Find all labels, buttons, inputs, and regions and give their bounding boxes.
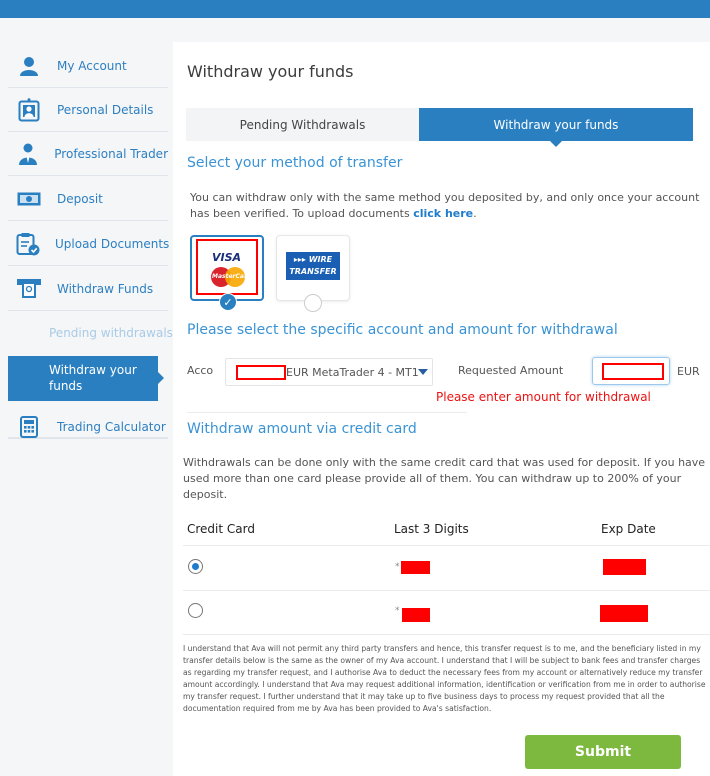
column-header-credit-card: Credit Card [187, 522, 255, 536]
tab-bar: Pending Withdrawals Withdraw your funds [186, 108, 693, 147]
requested-amount-input[interactable] [592, 357, 670, 385]
sidebar-item-label: Professional Trader [54, 146, 168, 161]
method-heading: Select your method of transfer [187, 155, 403, 171]
sidebar: My Account Personal Details Professional… [0, 42, 173, 776]
sidebar-item-label: Withdraw Funds [57, 281, 154, 296]
sidebar-item-professional-trader[interactable]: Professional Trader [8, 132, 168, 176]
businessman-icon [16, 141, 39, 167]
sidebar-item-trading-calculator[interactable]: Trading Calculator [8, 414, 168, 440]
method-text-suffix: . [473, 207, 477, 220]
clipboard-check-icon [16, 231, 40, 257]
column-header-last-3-digits: Last 3 Digits [394, 522, 469, 536]
id-badge-icon [16, 97, 42, 123]
method-description: You can withdraw only with the same meth… [190, 190, 705, 222]
atm-withdraw-icon [16, 276, 42, 302]
banknote-icon [16, 186, 42, 212]
checkmark-icon: ✓ [219, 293, 237, 311]
sidebar-item-personal-details[interactable]: Personal Details [8, 88, 168, 132]
payment-option-visa-mastercard[interactable]: VISA MasterCard ✓ [190, 235, 264, 311]
redaction-box [602, 363, 664, 380]
wire-logo-line1: ▸▸▸ WIRE [293, 255, 333, 264]
redaction-box [236, 365, 286, 380]
sidebar-item-label: Upload Documents [55, 236, 170, 251]
sidebar-item-withdraw-funds[interactable]: Withdraw Funds [8, 267, 168, 311]
redacted-digits [402, 608, 430, 622]
upload-documents-link[interactable]: click here [413, 207, 473, 220]
visa-logo: VISA [212, 251, 242, 264]
account-select-value: EUR MetaTrader 4 - MT1 [286, 366, 419, 379]
wire-logo-line2: TRANSFER [289, 267, 337, 276]
sidebar-divider [8, 438, 168, 439]
credit-card-description: Withdrawals can be done only with the sa… [183, 456, 706, 501]
mastercard-text: MasterCard [212, 273, 252, 280]
page-title: Withdraw your funds [187, 62, 354, 81]
account-heading: Please select the specific account and a… [187, 322, 618, 338]
calculator-icon [16, 414, 42, 440]
chevron-down-icon [418, 369, 428, 375]
credit-card-heading: Withdraw amount via credit card [187, 421, 417, 437]
sidebar-item-deposit[interactable]: Deposit [8, 177, 168, 221]
sidebar-item-label: Personal Details [57, 102, 154, 117]
table-row-divider [183, 590, 710, 591]
card-radio-1[interactable] [188, 559, 203, 574]
digits-prefix: * [395, 562, 400, 572]
legal-disclaimer: I understand that Ava will not permit an… [183, 644, 706, 713]
tab-withdraw-your-funds[interactable]: Withdraw your funds [419, 108, 693, 147]
account-select[interactable]: EUR MetaTrader 4 - MT1 [225, 358, 433, 386]
column-header-exp-date: Exp Date [601, 522, 656, 536]
requested-amount-label: Requested Amount [458, 364, 564, 377]
wire-transfer-logo: ▸▸▸ WIRE TRANSFER [286, 252, 340, 280]
table-row-divider [183, 634, 710, 635]
unselected-circle-icon [304, 294, 322, 312]
sidebar-subitem-pending-withdrawals[interactable]: Pending withdrawals [49, 326, 173, 340]
user-icon [16, 53, 42, 79]
redacted-exp-date [600, 605, 648, 622]
submit-button[interactable]: Submit [525, 735, 681, 769]
sidebar-item-my-account[interactable]: My Account [8, 44, 168, 88]
main-content: Withdraw your funds Pending Withdrawals … [173, 42, 710, 776]
card-radio-2[interactable] [188, 603, 203, 618]
sidebar-item-label: My Account [57, 58, 127, 73]
sidebar-item-label: Deposit [57, 191, 103, 206]
sidebar-item-upload-documents[interactable]: Upload Documents [8, 222, 170, 266]
tab-pending-withdrawals[interactable]: Pending Withdrawals [186, 108, 419, 141]
divider [187, 412, 467, 413]
redacted-digits [401, 561, 430, 574]
table-header-divider [183, 545, 710, 546]
sidebar-item-label: Trading Calculator [57, 419, 166, 434]
top-bar [0, 0, 710, 18]
sidebar-subitem-withdraw-your-funds[interactable]: Withdraw your funds [8, 356, 164, 401]
digits-prefix: * [395, 606, 400, 616]
mastercard-logo: MasterCard [211, 267, 251, 287]
redacted-exp-date [603, 559, 646, 575]
amount-error-message: Please enter amount for withdrawal [436, 390, 651, 404]
payment-option-wire-transfer[interactable]: ▸▸▸ WIRE TRANSFER [276, 235, 350, 312]
account-label: Acco [187, 364, 214, 377]
currency-label: EUR [677, 365, 700, 378]
